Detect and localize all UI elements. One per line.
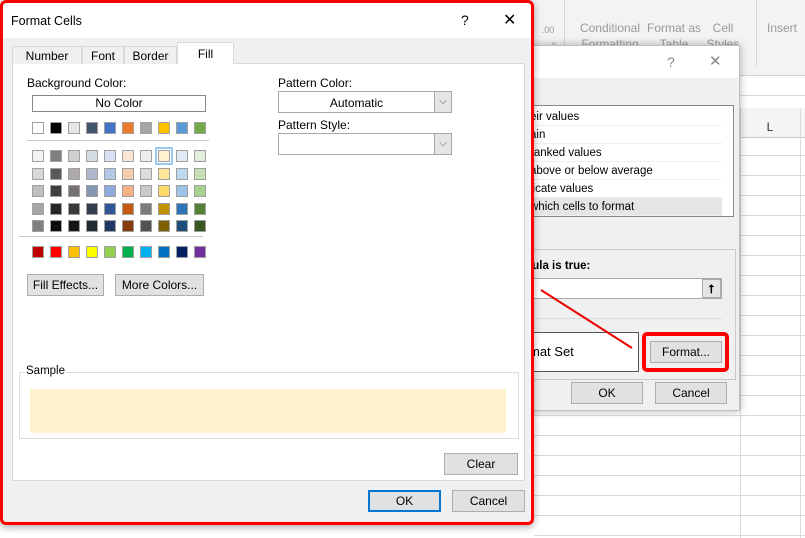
theme-color-swatch[interactable] bbox=[176, 220, 188, 232]
format-cells-dialog: Format Cells ? ✕ Number Font Border Fill Ba… bbox=[0, 0, 534, 525]
tab-number[interactable]: Number bbox=[12, 46, 82, 64]
standard-color-swatch[interactable] bbox=[176, 246, 188, 258]
theme-color-swatch[interactable] bbox=[122, 185, 134, 197]
theme-color-swatch[interactable] bbox=[194, 150, 206, 162]
theme-color-swatch[interactable] bbox=[122, 168, 134, 180]
standard-color-swatch[interactable] bbox=[122, 246, 134, 258]
theme-color-swatch[interactable] bbox=[104, 122, 116, 134]
theme-color-swatch[interactable] bbox=[68, 185, 80, 197]
theme-color-swatch[interactable] bbox=[86, 168, 98, 180]
theme-color-swatch[interactable] bbox=[86, 150, 98, 162]
theme-color-swatch[interactable] bbox=[122, 150, 134, 162]
theme-color-swatch[interactable] bbox=[140, 168, 152, 180]
theme-color-swatch[interactable] bbox=[104, 168, 116, 180]
theme-color-swatch[interactable] bbox=[32, 150, 44, 162]
theme-color-swatch[interactable] bbox=[50, 185, 62, 197]
theme-color-swatch[interactable] bbox=[140, 122, 152, 134]
theme-color-swatch[interactable] bbox=[122, 122, 134, 134]
sample-preview bbox=[30, 389, 506, 433]
palette-divider bbox=[27, 140, 209, 141]
standard-color-swatch[interactable] bbox=[86, 246, 98, 258]
standard-color-swatch[interactable] bbox=[158, 246, 170, 258]
theme-color-swatch[interactable] bbox=[32, 168, 44, 180]
more-colors-button[interactable]: More Colors... bbox=[115, 274, 204, 296]
tab-font[interactable]: Font bbox=[82, 46, 124, 64]
theme-color-swatch[interactable] bbox=[140, 150, 152, 162]
theme-color-swatch[interactable] bbox=[176, 168, 188, 180]
theme-color-swatch[interactable] bbox=[176, 150, 188, 162]
fill-effects-button[interactable]: Fill Effects... bbox=[27, 274, 104, 296]
chevron-down-icon: ⌵ bbox=[434, 92, 451, 112]
chevron-down-icon: ⌵ bbox=[434, 134, 451, 154]
theme-color-swatch[interactable] bbox=[68, 122, 80, 134]
standard-color-swatch[interactable] bbox=[104, 246, 116, 258]
help-button[interactable]: ? bbox=[461, 12, 469, 28]
standard-color-swatch[interactable] bbox=[50, 246, 62, 258]
theme-color-swatch[interactable] bbox=[122, 203, 134, 215]
theme-color-swatch[interactable] bbox=[104, 150, 116, 162]
cancel-button[interactable]: Cancel bbox=[452, 490, 525, 512]
theme-color-swatch[interactable] bbox=[68, 150, 80, 162]
tab-border[interactable]: Border bbox=[124, 46, 177, 64]
theme-color-swatch[interactable] bbox=[176, 203, 188, 215]
close-button[interactable]: ✕ bbox=[503, 10, 516, 30]
title-bar bbox=[3, 3, 531, 38]
clear-button[interactable]: Clear bbox=[444, 453, 518, 475]
theme-color-swatch[interactable] bbox=[68, 220, 80, 232]
theme-color-swatch[interactable] bbox=[176, 122, 188, 134]
theme-color-swatch[interactable] bbox=[32, 185, 44, 197]
no-color-button[interactable]: No Color bbox=[32, 95, 206, 112]
palette-divider bbox=[19, 236, 203, 237]
theme-color-swatch[interactable] bbox=[86, 122, 98, 134]
theme-color-swatch[interactable] bbox=[68, 168, 80, 180]
theme-color-swatch[interactable] bbox=[194, 220, 206, 232]
dialog-title: Format Cells bbox=[11, 14, 82, 28]
theme-color-swatch[interactable] bbox=[158, 122, 170, 134]
tab-fill[interactable]: Fill bbox=[177, 42, 234, 64]
theme-color-swatch[interactable] bbox=[194, 203, 206, 215]
theme-color-swatch[interactable] bbox=[104, 185, 116, 197]
ok-button[interactable]: OK bbox=[368, 490, 441, 512]
theme-color-swatch[interactable] bbox=[68, 203, 80, 215]
theme-color-swatch[interactable] bbox=[104, 203, 116, 215]
theme-color-swatch[interactable] bbox=[158, 203, 170, 215]
theme-color-swatch[interactable] bbox=[122, 220, 134, 232]
theme-color-swatch[interactable] bbox=[86, 220, 98, 232]
theme-color-swatch[interactable] bbox=[32, 122, 44, 134]
theme-color-swatch[interactable] bbox=[50, 168, 62, 180]
pattern-color-dropdown[interactable]: Automatic ⌵ bbox=[278, 91, 452, 113]
theme-color-swatch[interactable] bbox=[158, 220, 170, 232]
theme-color-swatch[interactable] bbox=[158, 168, 170, 180]
background-color-label: Background Color: bbox=[27, 76, 127, 90]
theme-color-swatch[interactable] bbox=[140, 203, 152, 215]
theme-color-swatch[interactable] bbox=[140, 185, 152, 197]
theme-color-swatch[interactable] bbox=[194, 122, 206, 134]
theme-color-swatch[interactable] bbox=[140, 220, 152, 232]
theme-color-swatch[interactable] bbox=[86, 203, 98, 215]
pattern-style-dropdown[interactable]: ⌵ bbox=[278, 133, 452, 155]
theme-color-swatch[interactable] bbox=[50, 220, 62, 232]
standard-color-swatch[interactable] bbox=[194, 246, 206, 258]
sample-label: Sample bbox=[25, 365, 66, 377]
theme-color-swatch[interactable] bbox=[176, 185, 188, 197]
standard-color-swatch[interactable] bbox=[32, 246, 44, 258]
theme-color-swatch[interactable] bbox=[194, 168, 206, 180]
standard-color-swatch[interactable] bbox=[68, 246, 80, 258]
standard-color-swatch[interactable] bbox=[140, 246, 152, 258]
theme-color-swatch[interactable] bbox=[158, 185, 170, 197]
theme-color-swatch[interactable] bbox=[50, 150, 62, 162]
theme-color-swatch[interactable] bbox=[104, 220, 116, 232]
pattern-color-value: Automatic bbox=[329, 96, 384, 110]
theme-color-swatch[interactable] bbox=[32, 203, 44, 215]
theme-color-swatch[interactable] bbox=[50, 203, 62, 215]
theme-color-swatch[interactable] bbox=[155, 147, 173, 165]
theme-color-swatch[interactable] bbox=[86, 185, 98, 197]
fill-tab-panel: Background Color: No Color Fill Effects.… bbox=[12, 63, 525, 481]
theme-color-swatch[interactable] bbox=[194, 185, 206, 197]
sample-group bbox=[19, 372, 519, 439]
theme-color-swatch[interactable] bbox=[50, 122, 62, 134]
theme-color-swatch[interactable] bbox=[32, 220, 44, 232]
pattern-color-label: Pattern Color: bbox=[278, 76, 353, 90]
pattern-style-label: Pattern Style: bbox=[278, 118, 351, 132]
